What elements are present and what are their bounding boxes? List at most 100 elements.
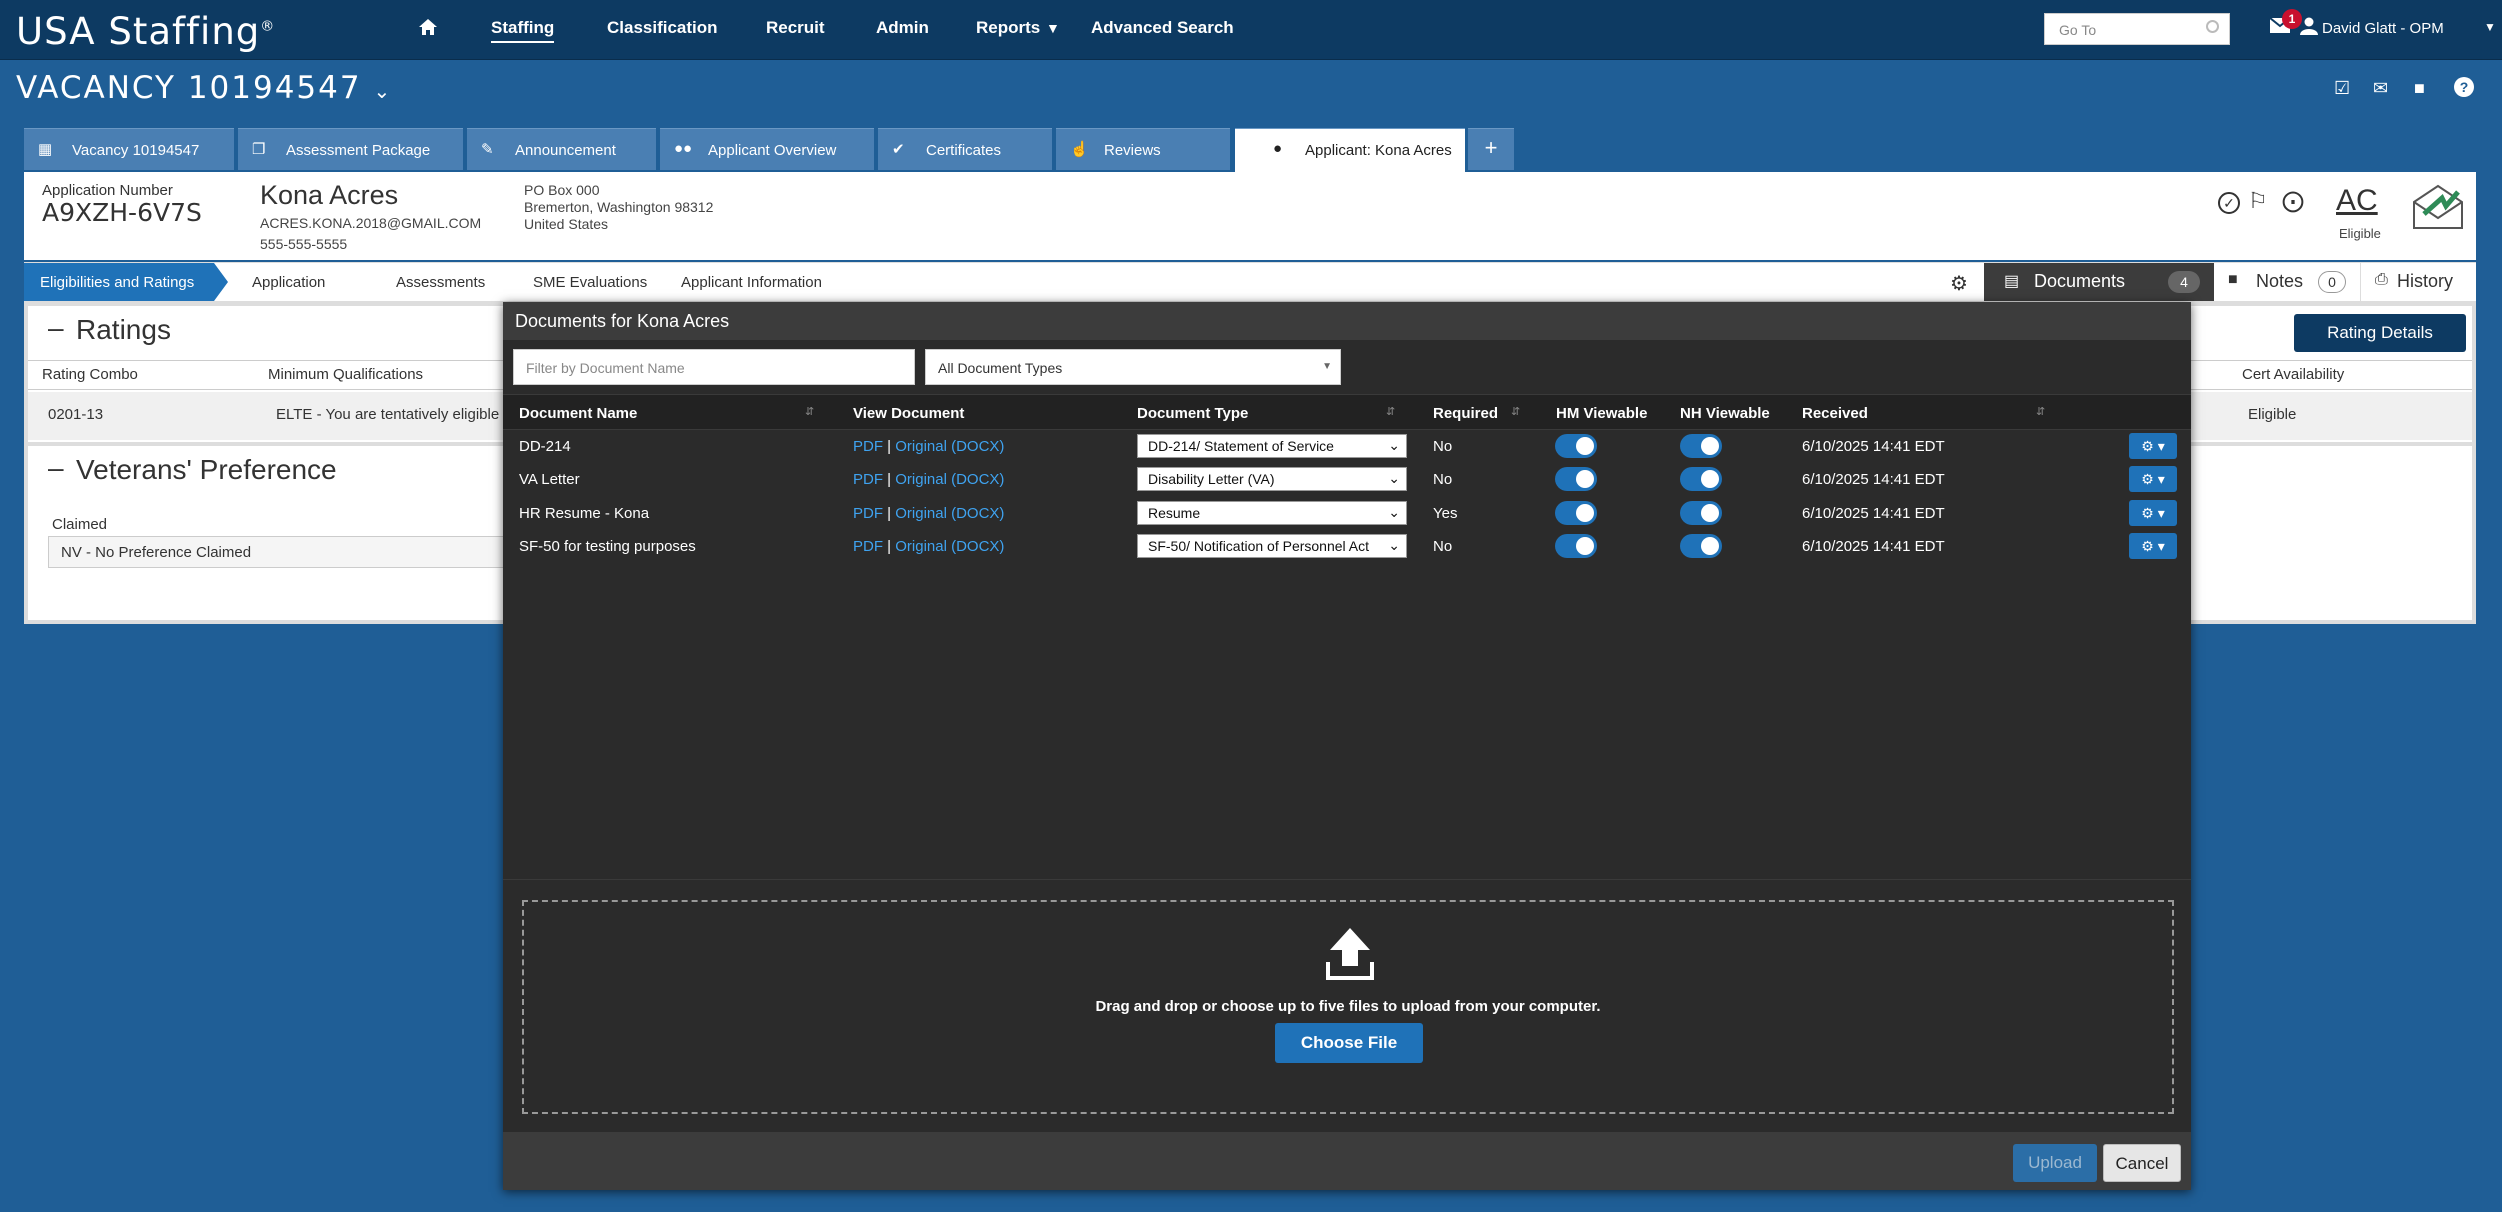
nh-viewable-toggle[interactable]	[1680, 467, 1722, 491]
application-number-label: Application Number	[42, 182, 173, 199]
row-actions-button[interactable]: ⚙ ▾	[2129, 500, 2177, 526]
subnav-sme-evaluations[interactable]: SME Evaluations	[533, 263, 647, 301]
nh-viewable-toggle[interactable]	[1680, 501, 1722, 525]
collapse-veterans-icon[interactable]: –	[48, 452, 64, 484]
row-actions-button[interactable]: ⚙ ▾	[2129, 466, 2177, 492]
rating-details-button[interactable]: Rating Details	[2294, 314, 2466, 352]
row-actions-button[interactable]: ⚙ ▾	[2129, 533, 2177, 559]
col-cert-availability[interactable]: Cert Availability	[2242, 366, 2344, 383]
page-title[interactable]: VACANCY 10194547 ⌄	[16, 70, 392, 106]
document-type-select[interactable]: Disability Letter (VA) ⌄	[1137, 467, 1407, 491]
chevron-down-icon[interactable]: ▼	[2484, 20, 2496, 34]
row-actions-button[interactable]: ⚙ ▾	[2129, 433, 2177, 459]
col-required[interactable]: Required	[1433, 405, 1498, 422]
usa-staffing-logo[interactable]: USA Staffing®	[16, 10, 275, 53]
user-menu[interactable]: David Glatt - OPM	[2322, 20, 2444, 37]
sort-icon[interactable]: ⇵	[1511, 405, 1520, 418]
nav-advanced-search[interactable]: Advanced Search	[1091, 18, 1234, 38]
nav-staffing[interactable]: Staffing	[491, 18, 555, 43]
upload-button[interactable]: Upload	[2013, 1144, 2097, 1182]
nh-viewable-toggle[interactable]	[1680, 534, 1722, 558]
pin-icon[interactable]: ⨀	[2282, 188, 2304, 214]
hm-viewable-toggle[interactable]	[1555, 501, 1597, 525]
nav-admin[interactable]: Admin	[876, 18, 929, 38]
document-name-filter[interactable]: Filter by Document Name	[513, 349, 915, 385]
people-icon: ●●	[674, 140, 693, 157]
envelope-arrow-icon[interactable]	[2412, 184, 2464, 235]
col-document-name[interactable]: Document Name	[519, 405, 637, 422]
document-type-select[interactable]: SF-50/ Notification of Personnel Act ⌄	[1137, 534, 1407, 558]
chevron-down-icon[interactable]: ⌄	[373, 79, 392, 103]
status-code[interactable]: AC	[2336, 184, 2378, 218]
search-icon[interactable]	[2206, 20, 2219, 33]
nh-viewable-toggle[interactable]	[1680, 434, 1722, 458]
notes-tab[interactable]: ■ Notes 0	[2214, 263, 2354, 301]
check-circle-icon: ✔	[892, 141, 905, 158]
document-type-select[interactable]: DD-214/ Statement of Service ⌄	[1137, 434, 1407, 458]
gear-icon[interactable]: ⚙	[1950, 271, 1968, 296]
flag-icon[interactable]: ⚐	[2248, 188, 2268, 214]
applicant-subnav: Eligibilities and Ratings Application As…	[24, 262, 2476, 302]
goto-input[interactable]: Go To	[2044, 13, 2230, 45]
tab-applicant-overview[interactable]: ●● Applicant Overview	[660, 128, 874, 170]
documents-tab[interactable]: ▤ Documents 4	[1984, 263, 2214, 301]
original-link[interactable]: Original (DOCX)	[895, 438, 1004, 455]
add-tab-button[interactable]: +	[1468, 128, 1514, 170]
subnav-assessments[interactable]: Assessments	[396, 263, 485, 301]
applicant-header: Application Number A9XZH-6V7S Kona Acres…	[24, 172, 2476, 260]
chevron-down-icon[interactable]: ▼	[1046, 20, 1060, 36]
tab-assessment-package[interactable]: ❐ Assessment Package	[238, 128, 463, 170]
original-link[interactable]: Original (DOCX)	[895, 505, 1004, 522]
hm-viewable-toggle[interactable]	[1555, 534, 1597, 558]
sort-icon[interactable]: ⇵	[2036, 405, 2045, 418]
pdf-link[interactable]: PDF	[853, 538, 883, 555]
nav-classification[interactable]: Classification	[607, 18, 718, 38]
original-link[interactable]: Original (DOCX)	[895, 538, 1004, 555]
tab-vacancy[interactable]: ▦ Vacancy 10194547	[24, 128, 234, 170]
pdf-link[interactable]: PDF	[853, 438, 883, 455]
col-hm-viewable[interactable]: HM Viewable	[1556, 405, 1647, 422]
col-rating-combo[interactable]: Rating Combo	[42, 366, 138, 383]
file-drop-zone[interactable]: Drag and drop or choose up to five files…	[522, 900, 2174, 1114]
check-circle-icon[interactable]: ✓	[2218, 192, 2240, 214]
col-minimum-qualifications[interactable]: Minimum Qualifications	[268, 366, 423, 383]
cancel-button[interactable]: Cancel	[2103, 1144, 2181, 1182]
document-type-filter[interactable]: All Document Types ▼	[925, 349, 1341, 385]
choose-file-button[interactable]: Choose File	[1275, 1023, 1423, 1063]
nav-recruit[interactable]: Recruit	[766, 18, 825, 38]
col-received[interactable]: Received	[1802, 405, 1868, 422]
hm-viewable-toggle[interactable]	[1555, 467, 1597, 491]
history-tab[interactable]: ⎙ History	[2360, 263, 2476, 301]
application-number: A9XZH-6V7S	[42, 198, 202, 227]
drop-instructions: Drag and drop or choose up to five files…	[1095, 998, 1601, 1015]
checkbox-icon[interactable]: ☑	[2334, 78, 2350, 99]
pdf-link[interactable]: PDF	[853, 505, 883, 522]
tab-certificates[interactable]: ✔ Certificates	[878, 128, 1052, 170]
col-document-type[interactable]: Document Type	[1137, 405, 1248, 422]
applicant-name: Kona Acres	[260, 180, 399, 210]
tab-announcement[interactable]: ✎ Announcement	[467, 128, 656, 170]
subnav-eligibilities[interactable]: Eligibilities and Ratings	[24, 263, 214, 301]
original-link[interactable]: Original (DOCX)	[895, 471, 1004, 488]
subnav-applicant-information[interactable]: Applicant Information	[681, 263, 822, 301]
received-value: 6/10/2025 14:41 EDT	[1802, 471, 1945, 488]
col-nh-viewable[interactable]: NH Viewable	[1680, 405, 1770, 422]
table-row: DD-214 PDF | Original (DOCX) DD-214/ Sta…	[503, 430, 2191, 463]
user-icon[interactable]	[2300, 17, 2318, 40]
subnav-application[interactable]: Application	[252, 263, 325, 301]
help-icon[interactable]: ?	[2454, 77, 2474, 97]
tab-applicant-kona-acres[interactable]: ● Applicant: Kona Acres	[1235, 128, 1465, 174]
collapse-ratings-icon[interactable]: –	[48, 312, 64, 344]
chat-icon[interactable]: ■	[2414, 78, 2425, 99]
document-type-select[interactable]: Resume ⌄	[1137, 501, 1407, 525]
pdf-link[interactable]: PDF	[853, 471, 883, 488]
sort-icon[interactable]: ⇵	[1386, 405, 1395, 418]
hm-viewable-toggle[interactable]	[1555, 434, 1597, 458]
sort-icon[interactable]: ⇵	[805, 405, 814, 418]
tab-reviews[interactable]: ☝ Reviews	[1056, 128, 1230, 170]
inbox-icon[interactable]: ✉	[2373, 78, 2388, 99]
col-view-document[interactable]: View Document	[853, 405, 964, 422]
nav-reports[interactable]: Reports	[976, 18, 1040, 38]
claimed-label: Claimed	[52, 516, 108, 533]
home-icon[interactable]	[418, 18, 438, 41]
